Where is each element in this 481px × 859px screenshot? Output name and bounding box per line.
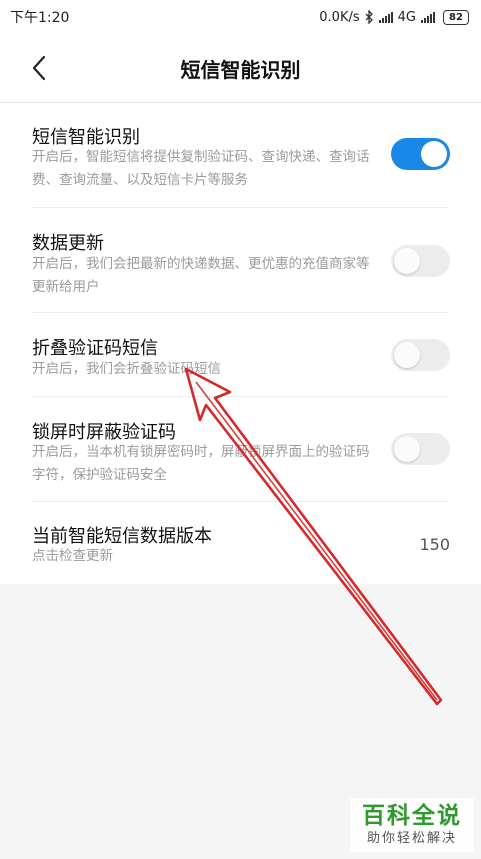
setting-row-fold-codes[interactable]: 折叠验证码短信 开启后，我们会折叠验证码短信: [0, 313, 481, 396]
version-subtitle: 点击检查更新: [32, 548, 113, 564]
toggle-knob: [394, 342, 420, 368]
battery-icon: 82: [443, 9, 469, 25]
status-bar: 下午1:20 0.0K/s 4G 82: [0, 0, 481, 34]
setting-description: 开启后，当本机有锁屏密码时，屏蔽锁屏界面上的验证码字符，保护验证码安全: [32, 444, 370, 483]
setting-title: 折叠验证码短信: [32, 338, 158, 359]
watermark-logo: 百科全说 助你轻松解决: [350, 798, 474, 852]
bluetooth-icon: [365, 10, 373, 24]
setting-description: 开启后，我们会折叠验证码短信: [32, 361, 221, 377]
watermark-sub-text: 助你轻松解决: [366, 831, 457, 846]
signal-icon: [378, 11, 393, 23]
status-time: 下午1:20: [10, 10, 70, 26]
toggle-knob: [421, 141, 447, 167]
smart-recognition-toggle[interactable]: [391, 138, 450, 170]
setting-description: 开启后，智能短信将提供复制验证码、查询快递、查询话费、查询流量、以及短信卡片等服…: [32, 149, 370, 188]
setting-title: 数据更新: [32, 233, 104, 254]
nav-bar: 短信智能识别: [0, 34, 481, 102]
network-type: 4G: [397, 9, 416, 25]
setting-row-data-update[interactable]: 数据更新 开启后，我们会把最新的快递数据、更优惠的充值商家等更新给用户: [0, 208, 481, 312]
toggle-knob: [394, 248, 420, 274]
watermark-main-text: 百科全说: [362, 803, 462, 829]
toggle-knob: [394, 436, 420, 462]
network-speed: 0.0K/s: [319, 9, 360, 25]
setting-row-data-version[interactable]: 当前智能短信数据版本 点击检查更新 150: [0, 502, 481, 585]
setting-row-lockscreen-hide[interactable]: 锁屏时屏蔽验证码 开启后，当本机有锁屏密码时，屏蔽锁屏界面上的验证码字符，保护验…: [0, 397, 481, 501]
settings-list: 短信智能识别 开启后，智能短信将提供复制验证码、查询快递、查询话费、查询流量、以…: [0, 102, 481, 584]
page-title: 短信智能识别: [180, 58, 301, 82]
setting-description: 开启后，我们会把最新的快递数据、更优惠的充值商家等更新给用户: [32, 256, 370, 295]
fold-codes-toggle[interactable]: [391, 339, 450, 371]
setting-row-smart-recognition[interactable]: 短信智能识别 开启后，智能短信将提供复制验证码、查询快递、查询话费、查询流量、以…: [0, 103, 481, 207]
lockscreen-hide-toggle[interactable]: [391, 433, 450, 465]
data-update-toggle[interactable]: [391, 245, 450, 277]
signal-icon-2: [421, 11, 435, 23]
version-value: 150: [419, 535, 450, 554]
status-icons: 0.0K/s 4G 82: [319, 9, 469, 25]
